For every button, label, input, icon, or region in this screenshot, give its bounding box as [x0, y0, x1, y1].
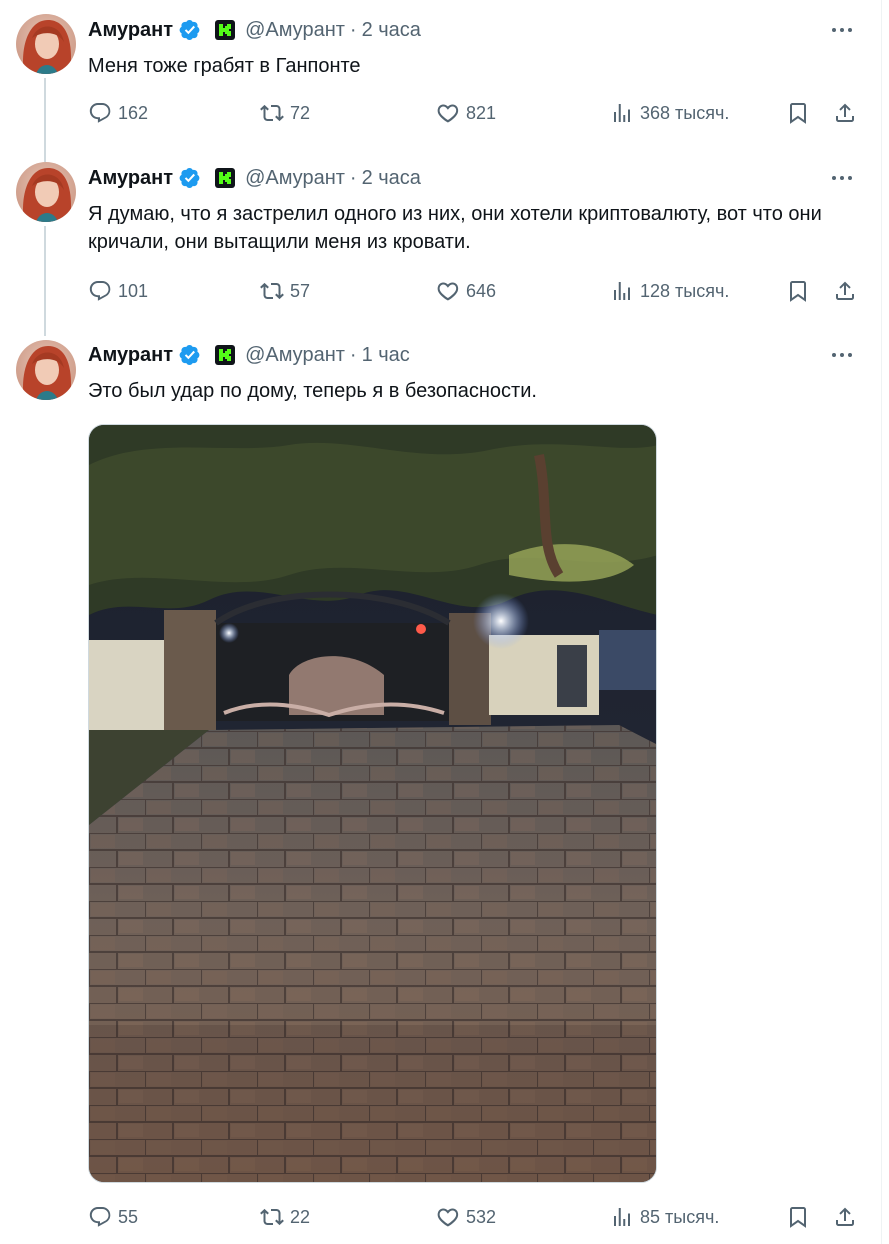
- reply-icon: [89, 103, 111, 123]
- like-count: 646: [466, 280, 497, 301]
- handle[interactable]: @Амурант: [245, 19, 345, 42]
- reply-count: 101: [118, 280, 149, 301]
- views-count: 85 тысяч.: [640, 1206, 720, 1227]
- share-button[interactable]: [833, 1203, 857, 1231]
- like-button[interactable]: 532: [436, 1203, 496, 1231]
- share-icon: [836, 281, 854, 300]
- retweet-count: 72: [290, 102, 311, 123]
- bookmark-icon: [790, 1207, 806, 1228]
- reply-count: 55: [118, 1206, 139, 1227]
- kick-logo-icon: [215, 345, 236, 365]
- kick-logo-icon: [215, 20, 236, 40]
- action-bar: 101 57 646 128 тысяч.: [88, 277, 860, 305]
- retweet-button[interactable]: 57: [260, 277, 310, 305]
- reply-icon: [89, 1207, 111, 1227]
- avatar[interactable]: [16, 340, 76, 400]
- views-icon: [614, 1208, 630, 1226]
- views-button[interactable]: 128 тысяч.: [610, 277, 729, 305]
- retweet-icon: [260, 1208, 284, 1226]
- timestamp[interactable]: 2 часа: [362, 167, 421, 190]
- like-icon: [437, 104, 459, 123]
- share-icon: [836, 1207, 854, 1226]
- avatar[interactable]: [16, 162, 76, 222]
- retweet-button[interactable]: 72: [260, 99, 310, 127]
- like-icon: [437, 1208, 459, 1227]
- separator-dot: ·: [349, 343, 357, 366]
- retweet-button[interactable]: 22: [260, 1203, 310, 1231]
- tweet[interactable]: Амурант @Амурант · 2 часа Меня тоже граб…: [0, 0, 880, 150]
- retweet-icon: [260, 104, 284, 122]
- more-icon[interactable]: [830, 343, 854, 367]
- verified-badge-icon[interactable]: [179, 167, 201, 189]
- tweet-text: Это был удар по дому, теперь я в безопас…: [88, 380, 537, 402]
- reply-button[interactable]: 55: [88, 1203, 138, 1231]
- more-icon[interactable]: [830, 18, 854, 42]
- views-button[interactable]: 85 тысяч.: [610, 1203, 719, 1231]
- reply-count: 162: [118, 102, 149, 123]
- timestamp[interactable]: 2 часа: [362, 19, 421, 42]
- retweet-icon: [260, 282, 284, 300]
- action-bar: 55 22 532 85 тысяч.: [88, 1203, 860, 1231]
- kick-logo-icon: [215, 168, 236, 188]
- bookmark-button[interactable]: [786, 1203, 810, 1231]
- display-name[interactable]: Амурант: [88, 19, 173, 42]
- tweet-header: Амурант @Амурант · 2 часа: [88, 18, 421, 42]
- views-count: 128 тысяч.: [640, 280, 730, 301]
- bookmark-button[interactable]: [786, 99, 810, 127]
- verified-badge-icon[interactable]: [179, 19, 201, 41]
- bookmark-button[interactable]: [786, 277, 810, 305]
- tweet-header: Амурант @Амурант · 2 часа: [88, 166, 421, 190]
- tweet-photo[interactable]: [88, 424, 657, 1183]
- like-count: 821: [466, 102, 497, 123]
- handle[interactable]: @Амурант: [245, 344, 345, 367]
- tweet-text: Меня тоже грабят в Ганпонте: [88, 55, 361, 77]
- like-icon: [437, 282, 459, 301]
- views-count: 368 тысяч.: [640, 102, 730, 123]
- bookmark-icon: [790, 281, 806, 302]
- display-name[interactable]: Амурант: [88, 344, 173, 367]
- retweet-count: 57: [290, 280, 311, 301]
- share-icon: [836, 103, 854, 122]
- timestamp[interactable]: 1 час: [362, 344, 410, 367]
- tweet[interactable]: Амурант @Амурант · 2 часа Я думаю, что я…: [0, 150, 880, 330]
- share-button[interactable]: [833, 277, 857, 305]
- tweet-header: Амурант @Амурант · 1 час: [88, 343, 410, 367]
- reply-button[interactable]: 101: [88, 277, 148, 305]
- like-count: 532: [466, 1206, 497, 1227]
- retweet-count: 22: [290, 1206, 311, 1227]
- more-icon[interactable]: [830, 166, 854, 190]
- handle[interactable]: @Амурант: [245, 167, 345, 190]
- action-bar: 162 72 821 368 тысяч.: [88, 99, 860, 127]
- verified-badge-icon[interactable]: [179, 344, 201, 366]
- views-icon: [614, 104, 630, 122]
- views-icon: [614, 282, 630, 300]
- bookmark-icon: [790, 103, 806, 124]
- views-button[interactable]: 368 тысяч.: [610, 99, 729, 127]
- display-name[interactable]: Амурант: [88, 167, 173, 190]
- avatar[interactable]: [16, 14, 76, 74]
- column-border: [881, 0, 882, 1244]
- tweet-text: Я думаю, что я застрелил одного из них, …: [88, 203, 822, 253]
- like-button[interactable]: 821: [436, 99, 496, 127]
- separator-dot: ·: [349, 166, 357, 189]
- reply-icon: [89, 281, 111, 301]
- separator-dot: ·: [349, 18, 357, 41]
- reply-button[interactable]: 162: [88, 99, 148, 127]
- like-button[interactable]: 646: [436, 277, 496, 305]
- share-button[interactable]: [833, 99, 857, 127]
